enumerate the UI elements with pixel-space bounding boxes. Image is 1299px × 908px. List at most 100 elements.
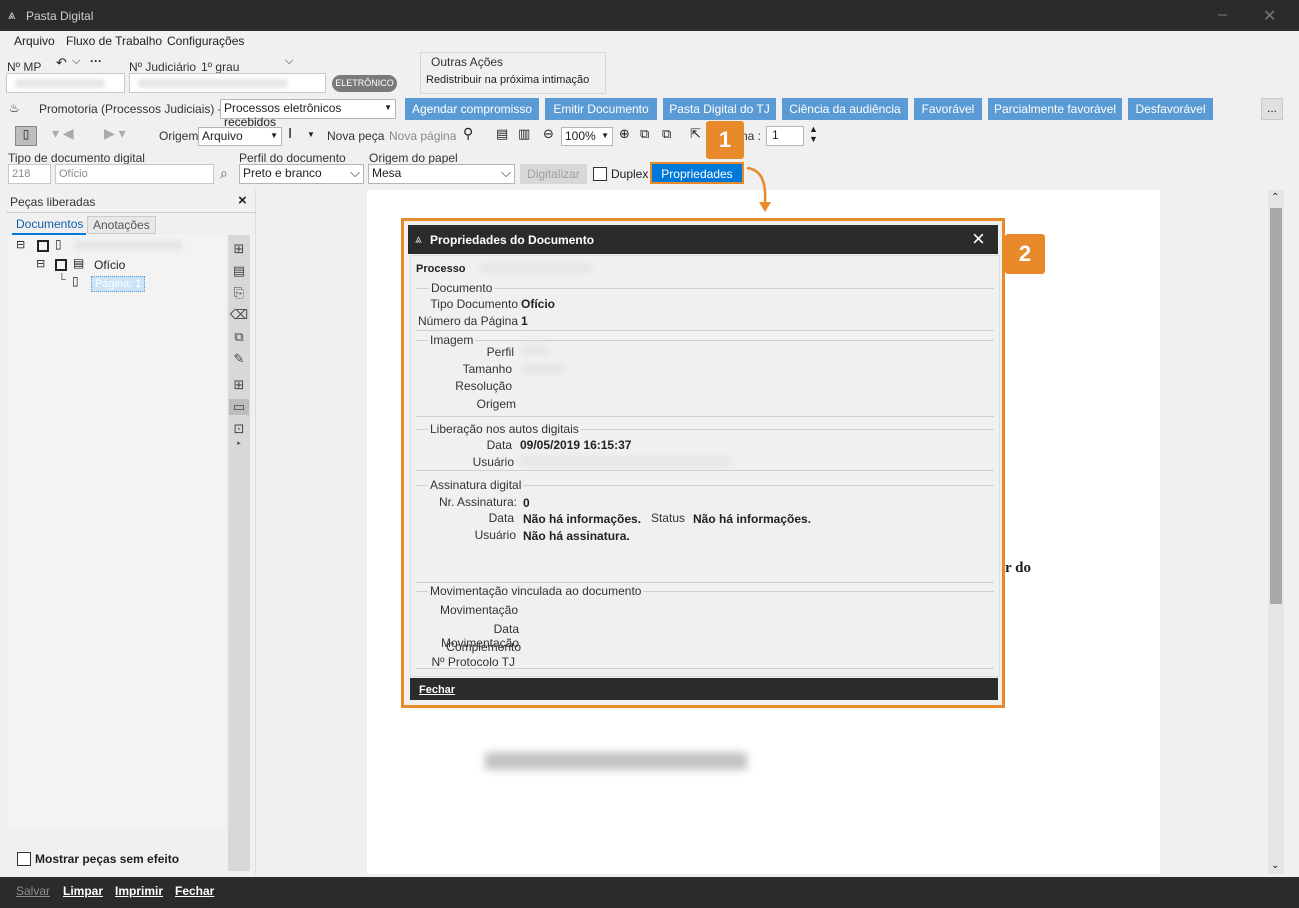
tab-documentos[interactable]: Documentos <box>16 217 83 231</box>
tab-anotacoes[interactable]: Anotações <box>87 216 156 234</box>
mostrar-checkbox[interactable] <box>17 852 31 866</box>
search-icon[interactable]: ⌕ <box>220 165 228 182</box>
nova-peca-button[interactable]: Nova peça <box>327 129 384 143</box>
list-icon[interactable]: ▤ <box>229 263 249 279</box>
zoom-out-icon[interactable]: ⊖ <box>543 126 554 142</box>
grau-chevron-icon[interactable]: ⌵ <box>285 55 293 68</box>
duplex-checkbox[interactable] <box>593 167 607 181</box>
numero-pagina-value: 1 <box>521 314 528 328</box>
text-cursor-icon[interactable]: I <box>288 125 292 142</box>
copy-icon[interactable]: ⧉ <box>229 329 249 345</box>
pagina-input[interactable]: 1 <box>766 126 804 146</box>
tree-page-label[interactable]: Página: 1 <box>91 276 146 292</box>
tree-expand-icon[interactable]: ⊞ <box>229 241 249 257</box>
close-window-icon[interactable]: ✕ <box>1263 6 1276 26</box>
pasta-digital-tj-button[interactable]: Pasta Digital do TJ <box>663 98 776 120</box>
tree-collapse-icon[interactable]: ⊟ <box>16 238 25 251</box>
marker-2-badge: 2 <box>1005 234 1045 274</box>
document-text-fragment: r do <box>1005 560 1031 576</box>
window-title: Pasta Digital <box>26 9 94 23</box>
fechar-button[interactable]: Fechar <box>175 884 214 898</box>
outras-acoes-item[interactable]: Redistribuir na próxima intimação <box>426 74 589 86</box>
more-actions-button[interactable]: ... <box>1261 98 1283 120</box>
queue-select[interactable]: Processos eletrônicos recebidos ▼ <box>220 99 396 129</box>
propriedades-button[interactable]: Propriedades <box>650 162 744 184</box>
dialog-fechar-button[interactable]: Fechar <box>419 684 455 696</box>
dialog-close-icon[interactable]: × <box>972 226 985 252</box>
parcialmente-favoravel-button[interactable]: Parcialmente favorável <box>988 98 1122 120</box>
tree-child-collapse-icon[interactable]: ⊟ <box>36 257 45 270</box>
tipo-doc-code[interactable]: 218 <box>8 164 51 184</box>
numero-pagina-label: Número da Página <box>417 314 518 328</box>
more-icon[interactable]: ··· <box>90 54 102 68</box>
agendar-compromisso-button[interactable]: Agendar compromisso <box>405 98 539 120</box>
zoom-value: 100% <box>565 129 596 143</box>
assinatura-usuario-label: Usuário <box>474 528 516 542</box>
minimize-icon[interactable]: – <box>1218 6 1227 24</box>
digitalizar-button[interactable]: Digitalizar <box>520 164 587 184</box>
liberacao-data-label: Data <box>486 438 512 452</box>
page-goto-icon[interactable]: ⇱ <box>690 126 701 142</box>
tipo-doc-label: Tipo de documento digital <box>8 151 145 165</box>
origem-papel-select[interactable]: Mesa ⌵ <box>368 164 515 184</box>
rotate-right-icon[interactable]: ⧉ <box>662 126 671 142</box>
prev-arrow-icon[interactable]: ▾ ◀ <box>52 125 74 142</box>
add-note-icon[interactable]: ⊞ <box>229 377 249 393</box>
select-tool-icon[interactable]: ▯ <box>15 126 37 146</box>
origem-papel-label: Origem do papel <box>369 151 458 165</box>
nova-pagina-button[interactable]: Nova página <box>389 129 456 143</box>
menu-arquivo[interactable]: Arquivo <box>14 34 55 48</box>
menu-fluxo[interactable]: Fluxo de Trabalho <box>66 34 162 48</box>
note-icon[interactable]: ▭ <box>229 399 249 415</box>
zoom-select[interactable]: 100% ▼ <box>561 127 613 146</box>
origem-toolbar-select[interactable]: Arquivo ▼ <box>198 127 282 146</box>
fit-page-icon[interactable]: ▥ <box>518 126 530 142</box>
tree-root-checkbox[interactable] <box>37 240 49 252</box>
text-cursor-menu-icon[interactable]: ▼ <box>307 130 315 139</box>
salvar-button[interactable]: Salvar <box>16 884 50 898</box>
mp-field[interactable] <box>6 73 125 93</box>
zoom-icon[interactable]: ⚲ <box>463 125 473 142</box>
queue-select-value: Processos eletrônicos recebidos <box>224 101 342 129</box>
judicial-field[interactable] <box>129 73 326 93</box>
back-icon[interactable]: ↶ <box>56 55 67 71</box>
scroll-up-icon[interactable]: ⌃ <box>1271 192 1279 203</box>
note-list-icon[interactable]: ⊡ <box>229 421 249 437</box>
sidebar-close-icon[interactable]: × <box>238 192 247 209</box>
zoom-in-icon[interactable]: ⊕ <box>619 126 630 142</box>
scrollbar-thumb[interactable] <box>1270 208 1282 604</box>
tipo-doc-field[interactable]: Ofício <box>55 164 214 184</box>
nr-assinatura-label: Nr. Assinatura: <box>438 495 517 509</box>
imprimir-button[interactable]: Imprimir <box>115 884 163 898</box>
tree-child-checkbox[interactable] <box>55 259 67 271</box>
emitir-documento-button[interactable]: Emitir Documento <box>545 98 657 120</box>
menu-configuracoes[interactable]: Configurações <box>167 34 244 48</box>
fit-width-icon[interactable]: ▤ <box>496 126 508 142</box>
remove-doc-icon[interactable]: ⌫ <box>229 307 249 323</box>
chevron-down-icon[interactable]: ⌵ <box>72 55 80 68</box>
sidebar-title-divider <box>6 212 256 213</box>
perfil-select[interactable]: Preto e branco ⌵ <box>239 164 364 184</box>
ciencia-audiencia-button[interactable]: Ciência da audiência <box>782 98 908 120</box>
queue-icon: ♨ <box>9 101 20 115</box>
favoravel-button[interactable]: Favorável <box>914 98 982 120</box>
scroll-down-icon[interactable]: ⌄ <box>1271 860 1279 871</box>
documento-group-title: Documento <box>429 281 495 295</box>
assinatura-group-title: Assinatura digital <box>428 478 524 492</box>
pagina-stepper-icon[interactable]: ▲ ▼ <box>809 124 818 144</box>
protocolo-tj-label: Nº Protocolo TJ <box>431 655 515 669</box>
cert-icon[interactable]: ⎘ <box>229 285 249 301</box>
strip-more-icon[interactable]: ▸ <box>229 439 249 447</box>
sign-icon[interactable]: ✎ <box>229 351 249 367</box>
tree-root-label <box>74 240 182 250</box>
limpar-button[interactable]: Limpar <box>63 884 103 898</box>
assinatura-data-label: Data <box>488 511 514 525</box>
origem-toolbar-label: Origem <box>159 129 199 143</box>
rotate-left-icon[interactable]: ⧉ <box>640 126 649 142</box>
tamanho-value <box>522 364 564 374</box>
desfavoravel-button[interactable]: Desfavorável <box>1128 98 1213 120</box>
next-arrow-icon[interactable]: ▶ ▾ <box>104 125 126 142</box>
mp-label: Nº MP <box>7 60 42 74</box>
origem-papel-chevron-icon: ⌵ <box>501 165 511 180</box>
tree-child-label[interactable]: Ofício <box>94 258 125 272</box>
